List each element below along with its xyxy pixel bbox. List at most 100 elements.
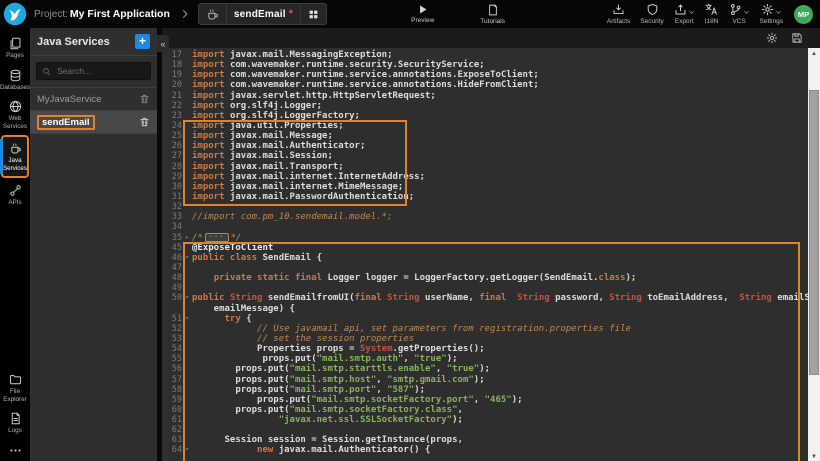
fold-marker-icon [182, 263, 192, 273]
menu-item-settings[interactable]: Settings [760, 3, 784, 25]
code-line: 21import javax.servlet.http.HttpServletR… [162, 91, 808, 101]
collapse-panel-button[interactable]: « [157, 35, 169, 52]
service-search-box[interactable] [36, 62, 151, 80]
code-line: 23import org.slf4j.LoggerFactory; [162, 111, 808, 121]
caret-down-icon [688, 9, 695, 16]
code-line: 31import javax.mail.PasswordAuthenticati… [162, 192, 808, 202]
user-avatar[interactable]: MP [794, 5, 813, 24]
sidebar-item-databases[interactable]: Databases [0, 64, 30, 96]
line-number: 31 [162, 192, 182, 202]
file-explorer-folder-icon [9, 373, 22, 386]
line-number: 47 [162, 263, 182, 273]
menu-item-i18n[interactable]: I18N [705, 3, 719, 25]
sidebar-item-label: Pages [6, 52, 24, 60]
code-editor: 17import javax.mail.MessagingException;1… [162, 28, 820, 461]
fold-marker-icon [182, 283, 192, 293]
fold-marker-icon [182, 375, 192, 385]
tutorials-button[interactable]: Tutorials [480, 4, 505, 25]
code-line: 29import javax.mail.internet.InternetAdd… [162, 172, 808, 182]
code-line: 33//import com.pm_10.sendemail.model.*; [162, 212, 808, 222]
open-file-tab[interactable]: sendEmail * [198, 3, 327, 25]
editor-scrollbar[interactable]: ▲ ▼ [808, 48, 820, 461]
menu-item-security[interactable]: Security [640, 3, 663, 25]
preview-button[interactable]: Preview [411, 4, 434, 24]
line-number: 54 [162, 344, 182, 354]
ellipsis-icon [9, 444, 22, 457]
code-line: 17import javax.mail.MessagingException; [162, 50, 808, 60]
service-item-sendemail[interactable]: sendEmail [30, 111, 157, 134]
line-number: 45 [162, 243, 182, 253]
code-line: 52 // Use javamail api, set parameters f… [162, 324, 808, 334]
service-list: MyJavaService sendEmail [30, 87, 157, 134]
scrollbar-thumb[interactable] [809, 90, 819, 375]
menu-item-vcs[interactable]: VCS [729, 3, 750, 25]
tutorials-label: Tutorials [480, 18, 505, 25]
fold-marker-icon[interactable]: ▾ [182, 314, 192, 324]
code-line: 59 props.put("mail.smtp.socketFactory.po… [162, 395, 808, 405]
menu-item-label: I18N [705, 18, 719, 25]
sidebar-item-web-services[interactable]: Web Services [0, 95, 30, 134]
sidebar-item-java-services[interactable]: Java Services [1, 135, 29, 178]
fold-marker-icon[interactable]: ▾ [182, 253, 192, 263]
line-number: 19 [162, 70, 182, 80]
menu-item-label: Settings [760, 18, 784, 25]
service-name: MyJavaService [37, 94, 101, 105]
code-line: 48 private static final Logger logger = … [162, 273, 808, 283]
line-number: 35 [162, 233, 182, 243]
sidebar-item-logs[interactable]: Logs [0, 407, 30, 439]
fold-marker-icon [182, 395, 192, 405]
menu-item-artifacts[interactable]: Artifacts [607, 3, 630, 25]
search-icon [42, 67, 51, 76]
scroll-up-arrow-icon[interactable]: ▲ [808, 48, 820, 59]
code-area[interactable]: 17import javax.mail.MessagingException;1… [162, 48, 808, 461]
service-name: sendEmail [37, 115, 95, 130]
line-number: 53 [162, 334, 182, 344]
delete-service-button[interactable] [139, 93, 150, 105]
fold-marker-icon [182, 121, 192, 131]
topbar-menu: Artifacts Security Export I18N VCS Settings [607, 3, 783, 25]
play-icon [417, 4, 428, 15]
save-icon[interactable] [791, 32, 803, 44]
line-number: 46 [162, 253, 182, 263]
add-service-button[interactable]: + [135, 34, 150, 49]
sidebar-item-more[interactable] [0, 439, 30, 461]
fold-marker-icon[interactable]: ▾ [182, 445, 192, 455]
menu-item-export[interactable]: Export [674, 3, 695, 25]
fold-marker-icon [182, 182, 192, 192]
fold-marker-icon [182, 243, 192, 253]
line-number: 58 [162, 385, 182, 395]
fold-marker-icon[interactable]: ▸ [182, 233, 192, 243]
editor-settings-gear-icon[interactable] [766, 32, 778, 44]
wavemaker-logo-icon[interactable] [3, 2, 27, 26]
sidebar-item-file-explorer[interactable]: File Explorer [0, 368, 30, 407]
sidebar-item-apis[interactable]: APIs [0, 179, 30, 211]
sidebar-item-label: Databases [0, 84, 30, 92]
fold-marker-icon [182, 192, 192, 202]
code-line: 18import com.wavemaker.runtime.security.… [162, 60, 808, 70]
code-line: 50▾public String sendEmailfromUI(final S… [162, 293, 808, 303]
code-line: 34 [162, 222, 808, 232]
scroll-down-arrow-icon[interactable]: ▼ [808, 454, 820, 460]
code-line: emailMessage) { [162, 304, 808, 314]
code-line: 22import org.slf4j.Logger; [162, 101, 808, 111]
tab-grid-button[interactable] [300, 4, 326, 24]
fold-marker-icon [182, 364, 192, 374]
line-number: 24 [162, 121, 182, 131]
line-number [162, 304, 182, 314]
code-line: 53 // set the session properties [162, 334, 808, 344]
code-line: 63 Session session = Session.getInstance… [162, 435, 808, 445]
menu-item-label: Security [640, 18, 663, 25]
fold-marker-icon [182, 405, 192, 415]
code-line: 55 props.put("mail.smtp.auth", "true"); [162, 354, 808, 364]
fold-marker-icon[interactable]: ▾ [182, 293, 192, 303]
delete-service-button[interactable] [139, 116, 150, 128]
sidebar: Pages Databases Web ServicesJava ServicesA… [0, 28, 30, 461]
code-line: 26import javax.mail.Authenticator; [162, 141, 808, 151]
sidebar-item-pages[interactable]: Pages [0, 32, 30, 64]
line-number: 27 [162, 151, 182, 161]
service-item-myjavaservice[interactable]: MyJavaService [30, 88, 157, 111]
line-number: 49 [162, 283, 182, 293]
line-number: 59 [162, 395, 182, 405]
menu-item-label: Export [675, 18, 694, 25]
search-input[interactable] [55, 65, 145, 77]
